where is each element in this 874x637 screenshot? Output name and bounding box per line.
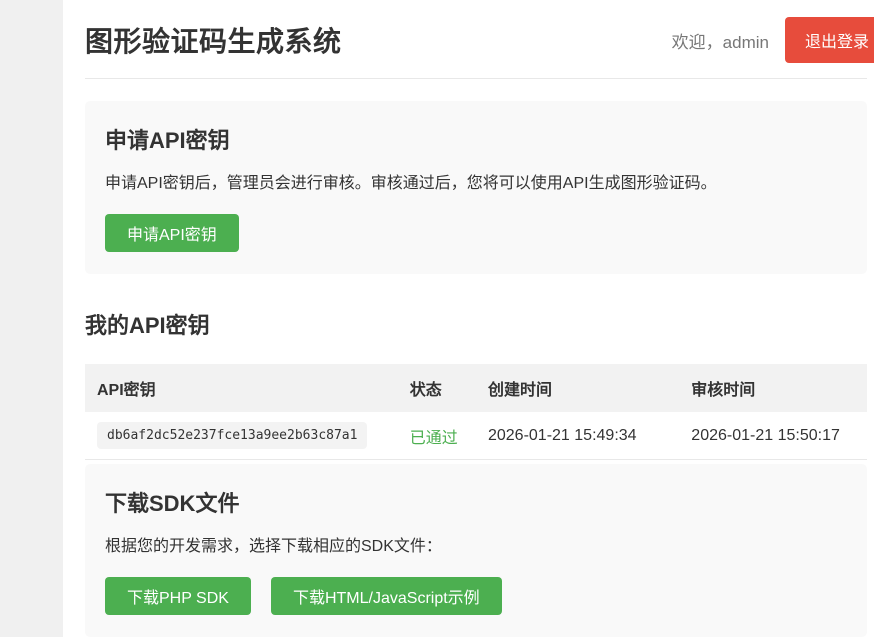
sdk-section-description: 根据您的开发需求，选择下载相应的SDK文件：	[105, 537, 847, 557]
topbar: 图形验证码生成系统 欢迎，admin 退出登录	[85, 0, 867, 79]
column-header-created-time: 创建时间	[476, 364, 679, 412]
my-keys-heading: 我的API密钥	[85, 308, 867, 340]
sdk-buttons-row: 下载PHP SDK 下载HTML/JavaScript示例	[105, 577, 847, 615]
apply-api-key-card: 申请API密钥 申请API密钥后，管理员会进行审核。审核通过后，您将可以使用AP…	[85, 101, 867, 274]
column-header-api-key: API密钥	[85, 364, 398, 412]
welcome-text: 欢迎，admin	[672, 28, 769, 53]
api-key-cell: db6af2dc52e237fce13a9ee2b63c87a1	[85, 412, 398, 460]
review-time-cell: 2026-01-21 15:50:17	[679, 412, 867, 460]
download-js-example-button[interactable]: 下载HTML/JavaScript示例	[271, 577, 502, 615]
sdk-download-card: 下载SDK文件 根据您的开发需求，选择下载相应的SDK文件： 下载PHP SDK…	[85, 464, 867, 637]
apply-api-key-button[interactable]: 申请API密钥	[105, 214, 239, 252]
table-header-row: API密钥 状态 创建时间 审核时间	[85, 364, 867, 412]
created-time-cell: 2026-01-21 15:49:34	[476, 412, 679, 460]
status-badge: 已通过	[410, 430, 458, 447]
apply-section-heading: 申请API密钥	[105, 123, 847, 155]
status-cell: 已通过	[398, 412, 476, 460]
logout-button[interactable]: 退出登录	[785, 17, 874, 63]
api-key-value: db6af2dc52e237fce13a9ee2b63c87a1	[97, 422, 367, 449]
column-header-review-time: 审核时间	[679, 364, 867, 412]
column-header-status: 状态	[398, 364, 476, 412]
api-keys-table: API密钥 状态 创建时间 审核时间 db6af2dc52e237fce13a9…	[85, 364, 867, 460]
download-php-sdk-button[interactable]: 下载PHP SDK	[105, 577, 251, 615]
table-row: db6af2dc52e237fce13a9ee2b63c87a1 已通过 202…	[85, 412, 867, 460]
sdk-section-heading: 下载SDK文件	[105, 486, 847, 518]
page-title: 图形验证码生成系统	[85, 20, 672, 60]
main-container: 图形验证码生成系统 欢迎，admin 退出登录 申请API密钥 申请API密钥后…	[63, 0, 874, 637]
apply-section-description: 申请API密钥后，管理员会进行审核。审核通过后，您将可以使用API生成图形验证码…	[105, 174, 847, 194]
